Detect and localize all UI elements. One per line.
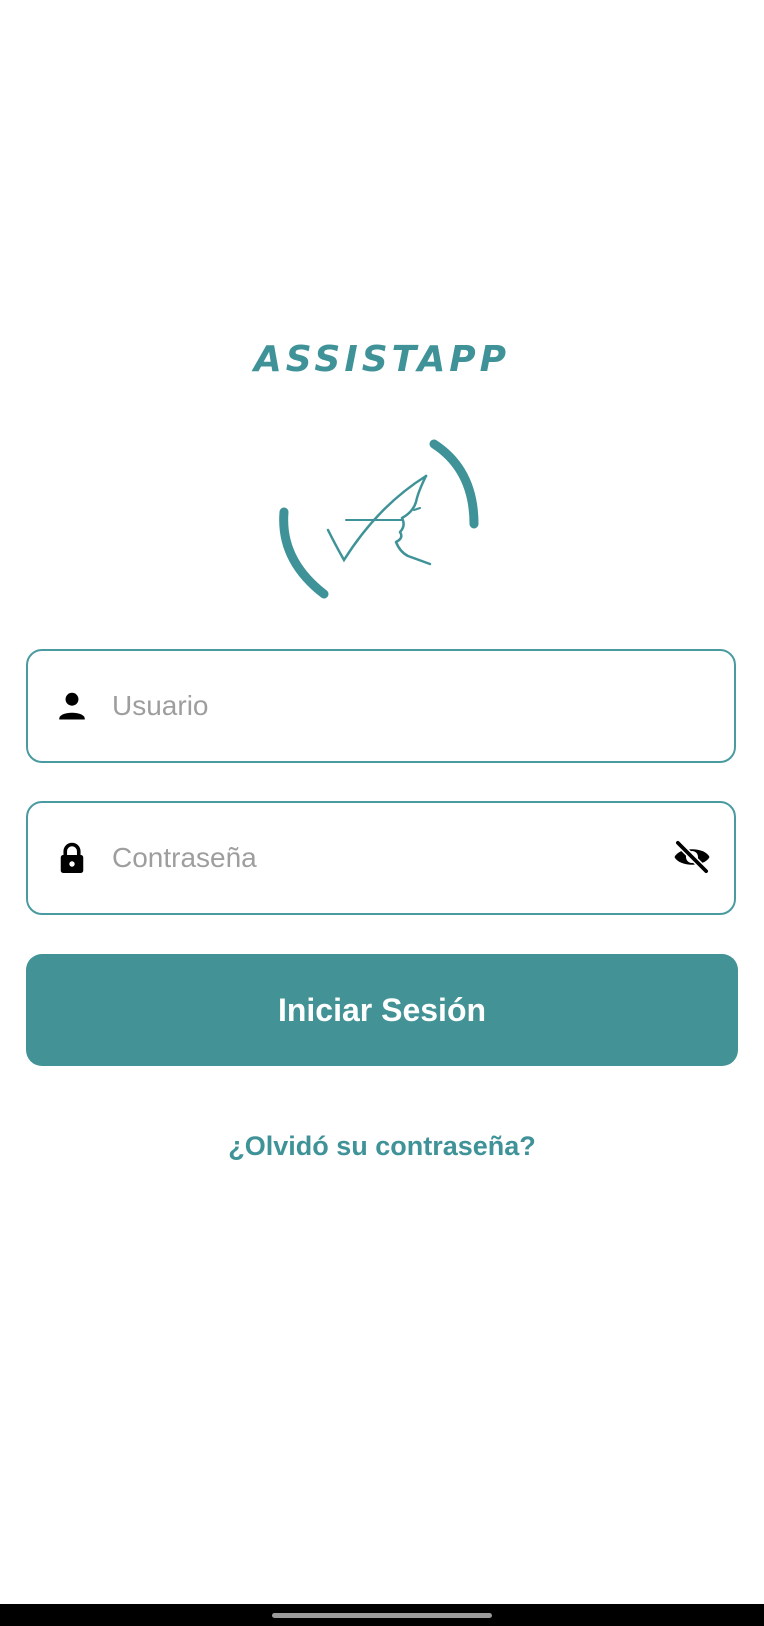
eye-off-icon[interactable] (670, 837, 714, 877)
password-input[interactable] (112, 803, 632, 913)
logo-right-arc (429, 439, 479, 529)
assistapp-logo (279, 439, 479, 599)
username-input[interactable] (112, 651, 632, 761)
app-title: ASSISTAPP (253, 339, 511, 380)
password-field[interactable] (26, 801, 736, 915)
system-nav-bar (0, 1604, 764, 1626)
person-icon (59, 692, 85, 720)
lock-icon (60, 842, 84, 873)
home-indicator[interactable] (272, 1613, 492, 1618)
logo-face-eye (413, 507, 421, 511)
logo-left-arc (279, 507, 329, 599)
logo-check-stroke (326, 474, 428, 563)
username-field[interactable] (26, 649, 736, 763)
login-button[interactable]: Iniciar Sesión (26, 954, 738, 1066)
forgot-password-link[interactable]: ¿Olvidó su contraseña? (0, 1126, 764, 1166)
